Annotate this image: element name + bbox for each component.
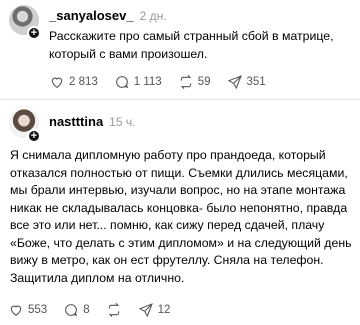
- repost-icon: [108, 302, 119, 318]
- repost-button[interactable]: [106, 302, 122, 318]
- share-button[interactable]: 351: [227, 74, 266, 90]
- comment-button[interactable]: 8: [63, 302, 90, 318]
- timestamp: 15 ч.: [109, 115, 136, 129]
- username[interactable]: nastttina: [49, 114, 103, 129]
- timestamp: 2 дн.: [139, 9, 167, 23]
- comment-count: 8: [83, 304, 90, 316]
- comment-icon: [115, 76, 128, 89]
- share-count: 12: [157, 304, 171, 316]
- post: + _sanyalosev_ 2 дн. Расскажите про самы…: [0, 0, 360, 100]
- post-header: _sanyalosev_ 2 дн.: [49, 8, 167, 23]
- comment-count: 1 113: [133, 76, 162, 88]
- share-icon: [138, 303, 153, 318]
- comment-icon: [65, 304, 78, 317]
- repost-icon: [180, 74, 192, 90]
- like-button[interactable]: 2 813: [49, 74, 98, 90]
- like-count: 2 813: [69, 76, 98, 88]
- comment-button[interactable]: 1 113: [114, 74, 162, 90]
- heart-icon: [51, 77, 63, 88]
- share-icon: [227, 75, 242, 90]
- post-actions: 553 8 12: [8, 302, 186, 318]
- post-text: Расскажите про самый странный сбой в мат…: [49, 29, 334, 61]
- username[interactable]: _sanyalosev_: [49, 8, 134, 23]
- repost-button[interactable]: 59: [178, 74, 211, 90]
- follow-plus-icon[interactable]: +: [27, 129, 41, 143]
- follow-plus-icon[interactable]: +: [27, 26, 41, 40]
- share-count: 351: [246, 76, 266, 88]
- like-button[interactable]: 553: [8, 302, 47, 318]
- like-count: 553: [28, 304, 48, 316]
- post-text: Я снимала дипломную работу про прандоеда…: [10, 148, 352, 285]
- post-header: nastttina 15 ч.: [49, 114, 135, 129]
- post-actions: 2 813 1 113 59 351: [49, 74, 282, 90]
- heart-icon: [10, 305, 22, 316]
- post: + nastttina 15 ч. Я снимала дипломную ра…: [0, 100, 360, 325]
- share-button[interactable]: 12: [138, 302, 171, 318]
- repost-count: 59: [197, 76, 211, 88]
